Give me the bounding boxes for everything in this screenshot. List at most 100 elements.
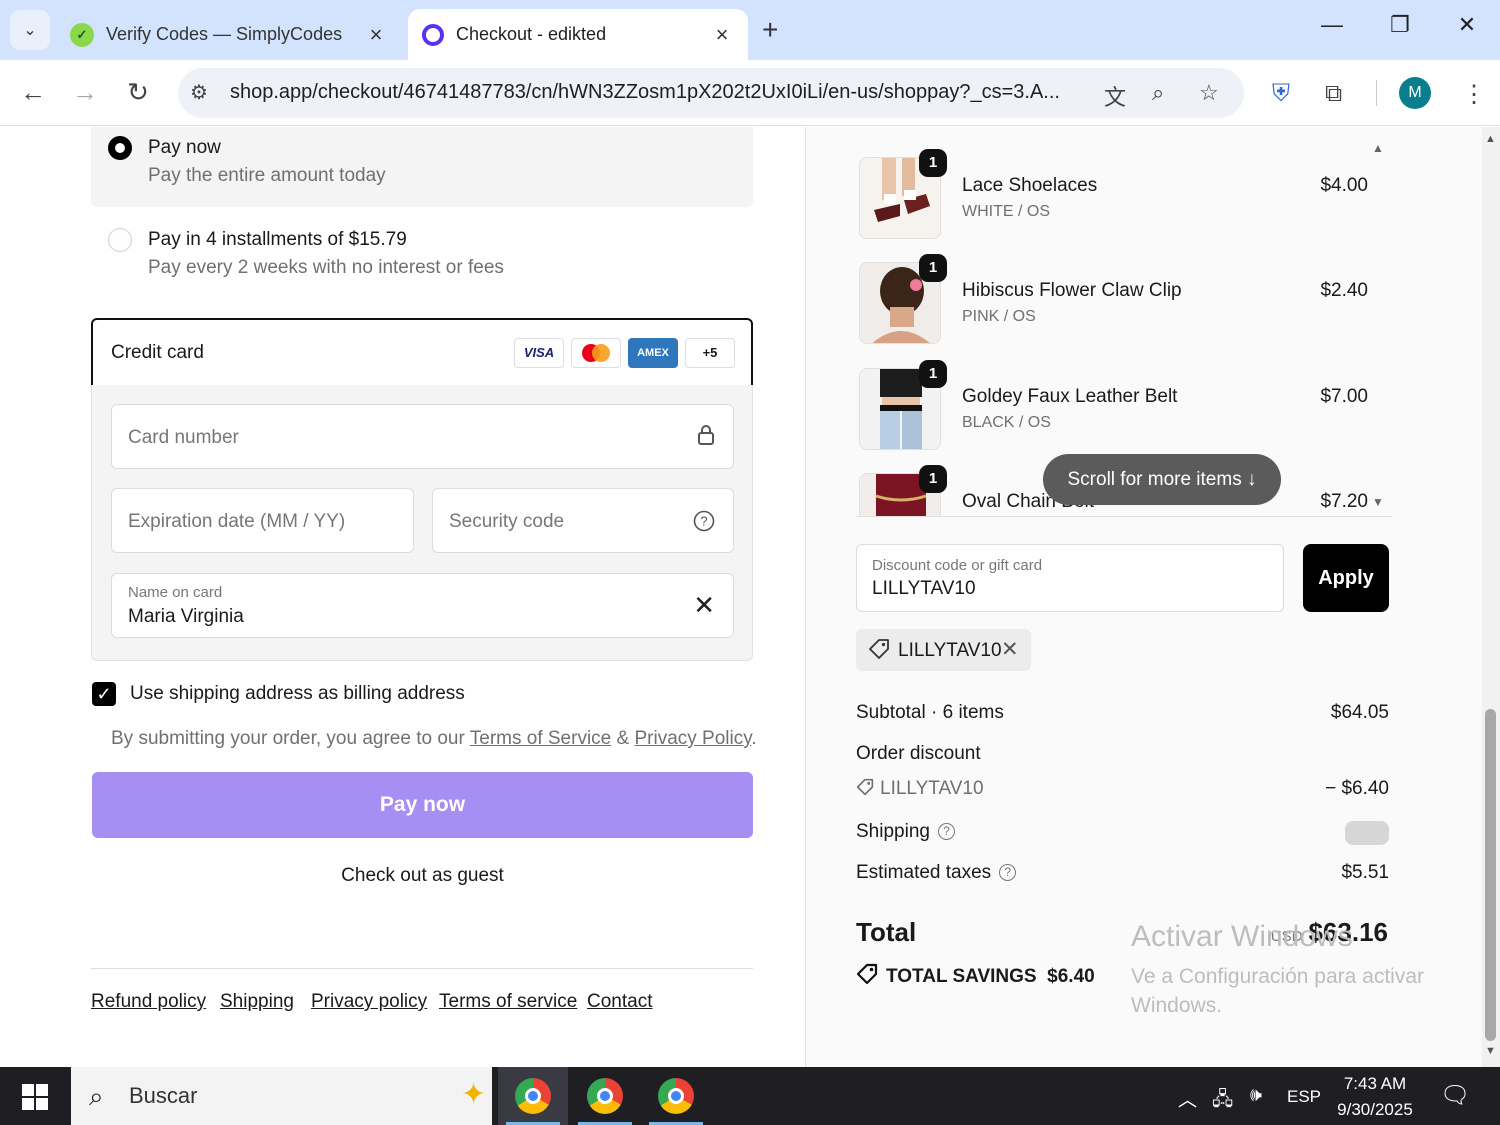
- order-summary-column: 1 Lace Shoelaces WHITE / OS $4.00 1 Hibi…: [805, 127, 1500, 1067]
- tray-chevron-up-icon[interactable]: ︿: [1178, 1085, 1197, 1112]
- amex-icon: AMEX: [628, 338, 678, 368]
- expiration-date-field[interactable]: Expiration date (MM / YY): [111, 488, 414, 553]
- extensions-puzzle-icon[interactable]: ⧉: [1325, 80, 1342, 108]
- subtotal-label: Subtotal · 6 items: [856, 702, 1004, 723]
- new-tab-button[interactable]: +: [762, 14, 778, 46]
- refund-policy-link[interactable]: Refund policy: [91, 991, 206, 1013]
- reload-icon[interactable]: ↻: [120, 74, 156, 110]
- security-code-placeholder: Security code: [449, 511, 565, 532]
- shipping-loading-placeholder: [1345, 821, 1389, 845]
- list-item: 1 Lace Shoelaces WHITE / OS $4.00: [856, 145, 1368, 239]
- scroll-down-arrow-icon[interactable]: ▼: [1372, 495, 1384, 509]
- chrome-icon: [587, 1078, 623, 1114]
- terms-of-service-link[interactable]: Terms of Service: [470, 728, 611, 749]
- chrome-icon: [515, 1078, 551, 1114]
- scroll-for-more-items-button[interactable]: Scroll for more items ↓: [1043, 454, 1281, 505]
- browser-toolbar: ← → ↻ ⚙ shop.app/checkout/46741487783/cn…: [0, 60, 1500, 126]
- privacy-policy-link[interactable]: Privacy Policy: [634, 728, 751, 749]
- quantity-badge: 1: [919, 254, 947, 282]
- copilot-sparkle-icon[interactable]: ✦: [461, 1077, 486, 1112]
- privacy-policy-footer-link[interactable]: Privacy policy: [311, 991, 427, 1013]
- name-on-card-field[interactable]: Name on card Maria Virginia ✕: [111, 573, 734, 638]
- page-scrollbar[interactable]: ▲ ▼: [1482, 127, 1500, 1067]
- taskbar-search[interactable]: ⌕ Buscar ✦: [71, 1067, 492, 1125]
- payment-column: Pay now Pay the entire amount today Pay …: [0, 127, 805, 1067]
- watermark-title: Activar Windows: [1131, 920, 1353, 953]
- window-close-icon[interactable]: ✕: [1447, 12, 1487, 38]
- scroll-down-arrow-icon[interactable]: ▼: [1485, 1045, 1496, 1057]
- security-code-field[interactable]: Security code ?: [432, 488, 734, 553]
- close-icon[interactable]: ×: [710, 22, 734, 48]
- page-scrollbar-thumb[interactable]: [1485, 709, 1496, 1041]
- credit-card-title: Credit card: [111, 342, 204, 363]
- chrome-taskbar-app[interactable]: [498, 1067, 568, 1125]
- network-icon[interactable]: 🖧: [1212, 1085, 1233, 1117]
- tab-search-button[interactable]: ⌄: [10, 10, 50, 50]
- help-circle-icon[interactable]: ?: [693, 510, 715, 538]
- terms-of-service-footer-link[interactable]: Terms of service: [439, 991, 577, 1013]
- tab-title: Checkout - edikted: [456, 24, 607, 44]
- bookmark-star-icon[interactable]: ☆: [1199, 80, 1219, 106]
- remove-code-icon[interactable]: ✕: [1001, 637, 1019, 662]
- forward-icon[interactable]: →: [67, 74, 103, 110]
- apply-discount-button[interactable]: Apply: [1303, 544, 1389, 612]
- zoom-icon[interactable]: ⌕: [1152, 80, 1164, 106]
- tab-checkout[interactable]: Checkout - edikted ×: [408, 9, 748, 60]
- watermark-subtitle: Ve a Configuración para activar Windows.: [1131, 965, 1425, 1018]
- taxes-label: Estimated taxes?: [856, 862, 1017, 884]
- clear-icon[interactable]: ✕: [693, 590, 715, 621]
- menu-kebab-icon[interactable]: ⋮: [1462, 80, 1486, 109]
- credit-card-option[interactable]: Credit card VISA AMEX +5: [91, 318, 753, 387]
- search-icon: ⌕: [89, 1081, 104, 1111]
- translate-icon[interactable]: 文: [1104, 80, 1126, 112]
- contact-link[interactable]: Contact: [587, 991, 652, 1013]
- system-clock[interactable]: 7:43 AM 9/30/2025: [1330, 1071, 1420, 1123]
- item-name: Goldey Faux Leather Belt: [962, 386, 1178, 407]
- scroll-up-arrow-icon[interactable]: ▲: [1372, 141, 1384, 155]
- pay-now-button[interactable]: Pay now: [92, 772, 753, 838]
- pay-now-title: Pay now: [148, 137, 221, 158]
- pay-now-radio[interactable]: [108, 136, 132, 160]
- discount-code-label: Discount code or gift card: [872, 557, 1043, 574]
- tab-simplycodes[interactable]: ✓ Verify Codes — SimplyCodes ×: [56, 9, 402, 60]
- installments-radio[interactable]: [108, 228, 132, 252]
- windows-start-icon[interactable]: [22, 1084, 48, 1110]
- discount-code-value[interactable]: LILLYTAV10: [872, 578, 976, 600]
- minimize-icon[interactable]: —: [1312, 12, 1352, 38]
- scroll-up-arrow-icon[interactable]: ▲: [1485, 133, 1496, 145]
- shipping-link[interactable]: Shipping: [220, 991, 294, 1013]
- taxes-value: $5.51: [1341, 862, 1389, 883]
- billing-address-checkbox[interactable]: ✓: [92, 682, 116, 706]
- simplycodes-favicon-icon: ✓: [70, 22, 94, 47]
- chrome-taskbar-app[interactable]: [570, 1067, 640, 1125]
- volume-icon[interactable]: 🕪: [1250, 1085, 1262, 1107]
- notifications-icon[interactable]: 🗨: [1440, 1081, 1470, 1110]
- close-icon[interactable]: ×: [364, 22, 388, 48]
- cart-items-list[interactable]: 1 Lace Shoelaces WHITE / OS $4.00 1 Hibi…: [856, 139, 1392, 517]
- installments-title[interactable]: Pay in 4 installments of $15.79: [148, 229, 407, 251]
- billing-address-label[interactable]: Use shipping address as billing address: [130, 683, 465, 705]
- help-circle-icon[interactable]: ?: [999, 864, 1017, 881]
- url-text[interactable]: shop.app/checkout/46741487783/cn/hWN3ZZo…: [230, 81, 1080, 104]
- chrome-taskbar-app[interactable]: [641, 1067, 711, 1125]
- restore-icon[interactable]: ❐: [1380, 12, 1420, 38]
- discount-code-field[interactable]: Discount code or gift card LILLYTAV10: [856, 544, 1284, 612]
- footer-divider: [91, 968, 753, 969]
- back-icon[interactable]: ←: [15, 74, 51, 110]
- browser-tab-strip: ⌄ ✓ Verify Codes — SimplyCodes × Checkou…: [0, 0, 1500, 60]
- checkout-as-guest-link[interactable]: Check out as guest: [92, 865, 753, 887]
- name-on-card-value[interactable]: Maria Virginia: [128, 606, 244, 628]
- help-circle-icon[interactable]: ?: [937, 823, 955, 840]
- card-number-field[interactable]: Card number: [111, 404, 734, 469]
- windows-activation-watermark: Activar Windows Ve a Configuración para …: [1131, 922, 1451, 1021]
- item-variant: WHITE / OS: [962, 203, 1050, 220]
- address-bar[interactable]: ⚙ shop.app/checkout/46741487783/cn/hWN3Z…: [178, 68, 1244, 118]
- shield-extension-icon[interactable]: ⛨: [1272, 80, 1290, 108]
- site-settings-icon[interactable]: ⚙: [190, 80, 208, 105]
- item-variant: BLACK / OS: [962, 414, 1051, 431]
- profile-avatar[interactable]: M: [1399, 77, 1431, 109]
- pay-now-subtitle: Pay the entire amount today: [148, 165, 386, 186]
- clock-date: 9/30/2025: [1337, 1100, 1413, 1119]
- input-language[interactable]: ESP: [1287, 1087, 1321, 1107]
- installments-subtitle: Pay every 2 weeks with no interest or fe…: [148, 257, 504, 278]
